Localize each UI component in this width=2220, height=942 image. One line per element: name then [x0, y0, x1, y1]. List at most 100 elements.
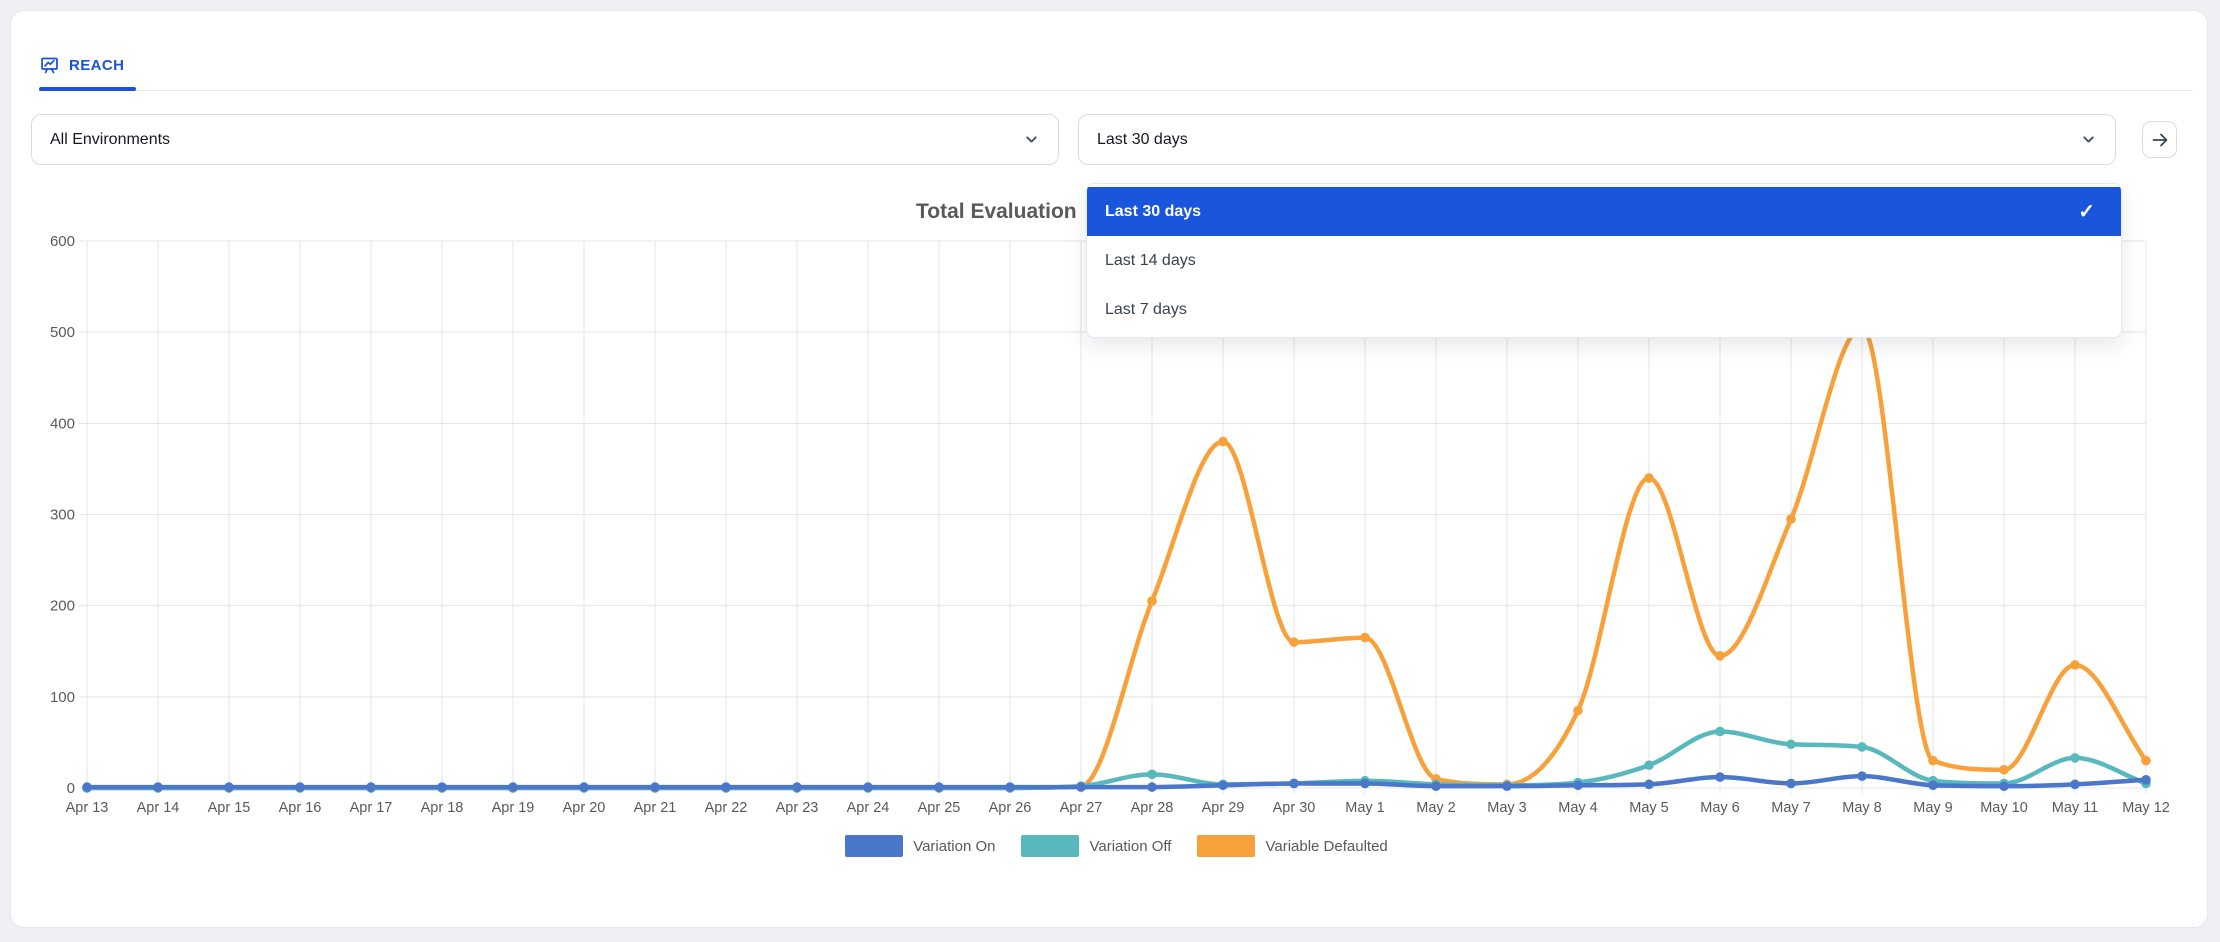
legend-label: Variation On	[913, 838, 995, 855]
data-point-variation-off	[1786, 739, 1796, 749]
x-axis-label: May 2	[1416, 800, 1456, 816]
date-range-select[interactable]: Last 30 days	[1078, 114, 2116, 165]
data-point-variable-defaulted	[2070, 660, 2080, 670]
menu-option-label: Last 7 days	[1105, 301, 1187, 319]
data-point-variable-defaulted	[1644, 473, 1654, 483]
legend-item-variable-defaulted[interactable]: Variable Defaulted	[1197, 835, 1387, 857]
data-point-variable-defaulted	[1786, 514, 1796, 524]
menu-option-last-30-days[interactable]: Last 30 days ✓	[1087, 187, 2121, 236]
data-point-variation-on	[224, 782, 234, 792]
data-point-variation-on	[1005, 782, 1015, 792]
y-axis-label: 100	[50, 689, 75, 706]
x-axis-label: Apr 29	[1202, 800, 1245, 816]
x-axis-label: May 9	[1913, 800, 1953, 816]
data-point-variable-defaulted	[1715, 651, 1725, 661]
dashboard-card: REACH All Environments Last 30 days Last…	[10, 10, 2208, 928]
data-point-variable-defaulted	[1218, 437, 1228, 447]
date-range-select-value: Last 30 days	[1097, 131, 1188, 149]
data-point-variation-on	[153, 782, 163, 792]
legend-label: Variation Off	[1089, 838, 1171, 855]
legend-item-variation-off[interactable]: Variation Off	[1021, 835, 1171, 857]
data-point-variation-on	[650, 782, 660, 792]
x-axis-label: May 5	[1629, 800, 1669, 816]
data-point-variation-on	[1360, 779, 1370, 789]
x-axis-label: Apr 24	[847, 800, 890, 816]
y-axis-label: 300	[50, 507, 75, 524]
x-axis-label: Apr 30	[1273, 800, 1316, 816]
data-point-variation-on	[1147, 782, 1157, 792]
x-axis-label: May 10	[1980, 800, 2028, 816]
chart-board-icon	[39, 55, 60, 76]
y-axis-label: 0	[67, 780, 75, 797]
tabs-divider	[39, 90, 2193, 91]
x-axis-label: Apr 25	[918, 800, 961, 816]
legend-swatch	[1197, 835, 1255, 857]
data-point-variable-defaulted	[1928, 756, 1938, 766]
x-axis-label: May 7	[1771, 800, 1811, 816]
data-point-variation-off	[1147, 770, 1157, 780]
menu-option-label: Last 30 days	[1105, 203, 1201, 221]
data-point-variation-on	[792, 782, 802, 792]
data-point-variation-on	[863, 782, 873, 792]
data-point-variable-defaulted	[1289, 637, 1299, 647]
data-point-variation-on	[579, 782, 589, 792]
x-axis-label: Apr 13	[66, 800, 109, 816]
tab-active-underline	[39, 87, 136, 91]
x-axis-label: Apr 28	[1131, 800, 1174, 816]
x-axis-label: Apr 27	[1060, 800, 1103, 816]
x-axis-label: Apr 14	[137, 800, 180, 816]
arrow-right-icon	[2150, 130, 2170, 150]
data-point-variation-on	[366, 782, 376, 792]
data-point-variation-on	[1573, 780, 1583, 790]
x-axis-label: Apr 21	[634, 800, 677, 816]
x-axis-label: May 11	[2052, 800, 2098, 816]
y-axis-label: 400	[50, 415, 75, 432]
chart-legend: Variation On Variation Off Variable Defaul…	[87, 835, 2146, 857]
x-axis-label: Apr 16	[279, 800, 322, 816]
environment-select[interactable]: All Environments	[31, 114, 1059, 165]
data-point-variable-defaulted	[2141, 756, 2151, 766]
tab-reach-label: REACH	[69, 57, 124, 74]
data-point-variation-on	[934, 782, 944, 792]
data-point-variation-on	[1999, 781, 2009, 791]
legend-label: Variable Defaulted	[1265, 838, 1387, 855]
x-axis-label: May 4	[1558, 800, 1598, 816]
x-axis-label: Apr 23	[776, 800, 819, 816]
menu-option-last-14-days[interactable]: Last 14 days	[1087, 236, 2121, 285]
data-point-variation-on	[1857, 771, 1867, 781]
data-point-variation-on	[437, 782, 447, 792]
series-line-variable-defaulted	[87, 328, 2146, 788]
data-point-variation-off	[1857, 742, 1867, 752]
check-icon: ✓	[2078, 202, 2095, 222]
data-point-variation-off	[1644, 760, 1654, 770]
x-axis-label: May 6	[1700, 800, 1740, 816]
legend-item-variation-on[interactable]: Variation On	[845, 835, 995, 857]
data-point-variation-on	[295, 782, 305, 792]
data-point-variable-defaulted	[1147, 596, 1157, 606]
data-point-variation-on	[82, 782, 92, 792]
tab-reach[interactable]: REACH	[39, 55, 124, 76]
data-point-variation-off	[2070, 753, 2080, 763]
data-point-variation-on	[1715, 772, 1725, 782]
data-point-variation-off	[1715, 727, 1725, 737]
y-axis-label: 500	[50, 324, 75, 341]
x-axis-label: Apr 22	[705, 800, 748, 816]
x-axis-label: Apr 20	[563, 800, 606, 816]
data-point-variation-on	[508, 782, 518, 792]
legend-swatch	[1021, 835, 1079, 857]
data-point-variation-on	[1644, 780, 1654, 790]
data-point-variation-on	[2141, 775, 2151, 785]
menu-option-last-7-days[interactable]: Last 7 days	[1087, 285, 2121, 334]
data-point-variable-defaulted	[1999, 765, 2009, 775]
data-point-variable-defaulted	[1573, 706, 1583, 716]
legend-swatch	[845, 835, 903, 857]
data-point-variation-on	[721, 782, 731, 792]
chart-title: Total Evaluation	[916, 200, 1077, 224]
x-axis-label: Apr 17	[350, 800, 393, 816]
x-axis-label: Apr 15	[208, 800, 251, 816]
apply-filters-button[interactable]	[2142, 121, 2177, 158]
menu-option-label: Last 14 days	[1105, 252, 1196, 270]
data-point-variation-on	[1502, 781, 1512, 791]
x-axis-label: Apr 19	[492, 800, 535, 816]
chevron-down-icon	[2080, 131, 2097, 148]
